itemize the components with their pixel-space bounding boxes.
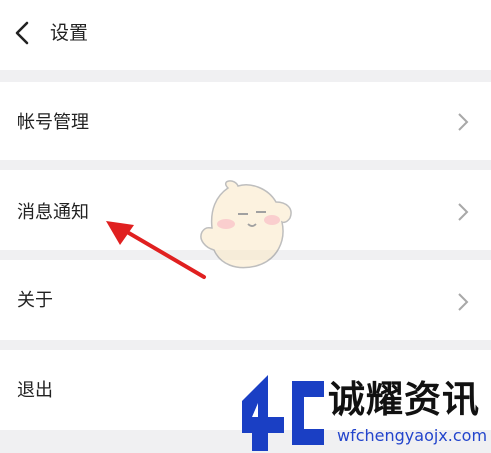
chevron-right-icon <box>458 293 469 311</box>
red-arrow <box>106 221 206 279</box>
chevron-left-icon[interactable] <box>12 20 34 46</box>
menu-item-account[interactable]: 帐号管理 <box>0 82 491 160</box>
menu-item-label: 退出 <box>17 380 53 401</box>
menu-item-label: 帐号管理 <box>17 112 89 133</box>
menu-item-label: 消息通知 <box>17 202 89 223</box>
watermark-name: 诚耀资讯 <box>328 378 480 421</box>
brand-logo <box>242 375 324 451</box>
watermark-url: wfchengyaojx.com <box>337 426 488 445</box>
menu-item-label: 关于 <box>17 290 53 311</box>
top-bar: 设置 <box>0 0 491 70</box>
page-title: 设置 <box>50 22 89 44</box>
chevron-right-icon <box>458 203 469 221</box>
chevron-right-icon <box>458 113 469 131</box>
